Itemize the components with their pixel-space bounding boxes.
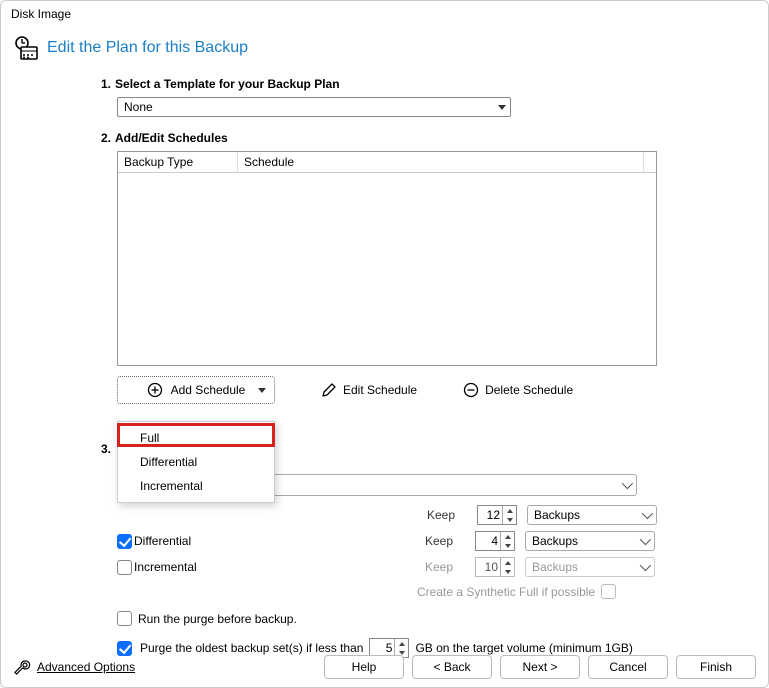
inc-keep-value xyxy=(476,560,500,574)
advanced-options-link[interactable]: Advanced Options xyxy=(13,658,135,676)
wrench-icon xyxy=(13,658,31,676)
diff-keep-value[interactable] xyxy=(476,534,500,548)
chevron-down-icon xyxy=(498,105,506,110)
step2-label: 2.Add/Edit Schedules xyxy=(101,131,748,145)
keep-label: Keep xyxy=(427,508,467,522)
chevron-down-icon xyxy=(622,478,633,489)
purge-gb-value[interactable] xyxy=(370,641,394,655)
schedule-icon xyxy=(13,35,39,61)
purge-oldest-suffix: GB on the target volume (minimum 1GB) xyxy=(415,641,632,655)
differential-checkbox[interactable] xyxy=(117,534,132,549)
step1-label: 1.Select a Template for your Backup Plan xyxy=(101,77,748,91)
help-button[interactable]: Help xyxy=(324,655,404,679)
minus-circle-icon xyxy=(463,382,479,398)
diff-keep-spinner[interactable] xyxy=(475,531,515,551)
diff-unit-select[interactable]: Backups xyxy=(525,531,655,551)
edit-schedule-button[interactable]: Edit Schedule xyxy=(321,382,417,398)
add-schedule-label: Add Schedule xyxy=(171,383,246,397)
retention-rule-select[interactable]: ng backup sets in the target folder xyxy=(267,474,637,496)
full-keep-value[interactable] xyxy=(478,508,502,522)
chevron-down-icon xyxy=(258,388,266,393)
plus-circle-icon xyxy=(147,382,163,398)
incremental-checkbox[interactable] xyxy=(117,560,132,575)
run-purge-checkbox[interactable] xyxy=(117,611,132,626)
finish-button[interactable]: Finish xyxy=(676,655,756,679)
differential-label: Differential xyxy=(134,534,191,548)
column-backup-type[interactable]: Backup Type xyxy=(118,152,238,172)
cancel-button[interactable]: Cancel xyxy=(588,655,668,679)
column-schedule[interactable]: Schedule xyxy=(238,152,644,172)
full-unit-select[interactable]: Backups xyxy=(527,505,657,525)
spinner-up-icon[interactable] xyxy=(503,506,516,515)
run-purge-label: Run the purge before backup. xyxy=(138,612,297,626)
incremental-label: Incremental xyxy=(134,560,197,574)
inc-keep-spinner xyxy=(475,557,515,577)
template-value: None xyxy=(124,100,153,114)
synthetic-full-checkbox xyxy=(601,584,616,599)
chevron-down-icon xyxy=(642,508,653,519)
window-title: Disk Image xyxy=(1,1,768,25)
add-schedule-menu: Full Differential Incremental xyxy=(117,421,275,503)
chevron-down-icon xyxy=(640,534,651,545)
delete-schedule-button[interactable]: Delete Schedule xyxy=(463,382,573,398)
purge-oldest-prefix: Purge the oldest backup set(s) if less t… xyxy=(140,641,363,655)
spinner-down-icon[interactable] xyxy=(503,515,516,524)
schedule-table: Backup Type Schedule xyxy=(117,151,657,366)
page-header: Edit the Plan for this Backup xyxy=(1,25,768,77)
chevron-down-icon xyxy=(640,560,651,571)
page-title: Edit the Plan for this Backup xyxy=(47,39,248,57)
step3-label: 3. xyxy=(101,442,111,456)
inc-unit-select: Backups xyxy=(525,557,655,577)
menu-item-full[interactable]: Full xyxy=(118,426,274,450)
menu-item-incremental[interactable]: Incremental xyxy=(118,474,274,498)
synthetic-full-label: Create a Synthetic Full if possible xyxy=(417,585,595,599)
purge-oldest-checkbox[interactable] xyxy=(117,641,132,656)
template-select[interactable]: None xyxy=(117,97,511,117)
next-button[interactable]: Next > xyxy=(500,655,580,679)
menu-item-differential[interactable]: Differential xyxy=(118,450,274,474)
add-schedule-button[interactable]: Add Schedule xyxy=(117,376,275,404)
schedule-table-body[interactable] xyxy=(118,173,656,365)
back-button[interactable]: < Back xyxy=(412,655,492,679)
full-keep-spinner[interactable] xyxy=(477,505,517,525)
pencil-icon xyxy=(321,382,337,398)
